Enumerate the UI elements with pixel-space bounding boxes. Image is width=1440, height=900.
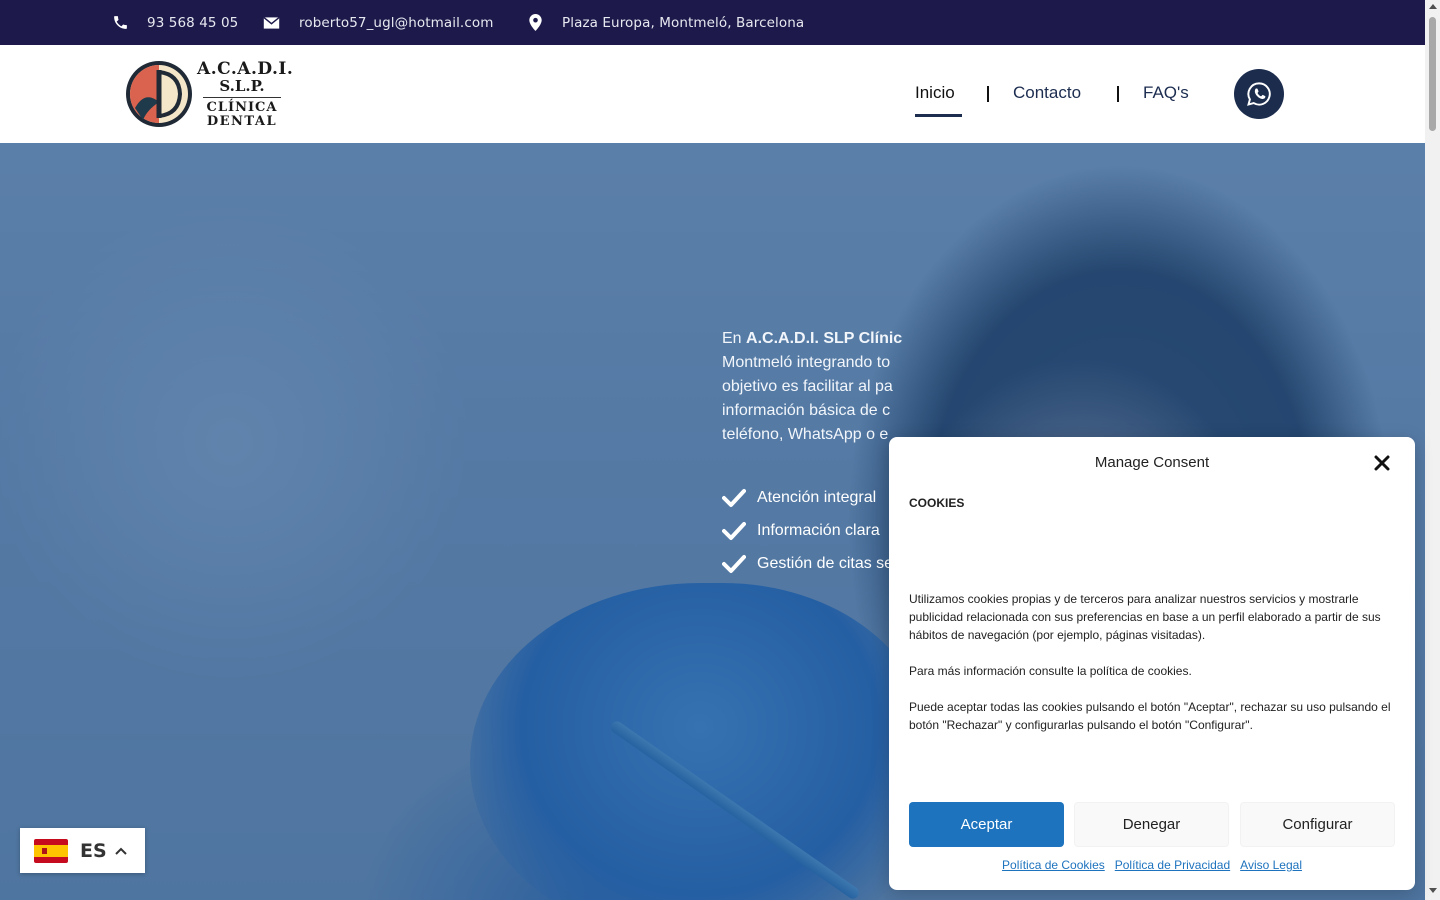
address-text: Plaza Europa, Montmeló, Barcelona xyxy=(562,14,805,31)
configure-button[interactable]: Configurar xyxy=(1240,802,1395,847)
nav-active-underline xyxy=(915,114,962,117)
consent-body: Utilizamos cookies propias y de terceros… xyxy=(909,590,1397,752)
cookie-consent-dialog: Manage Consent COOKIES Utilizamos cookie… xyxy=(889,437,1415,890)
deny-button[interactable]: Denegar xyxy=(1074,802,1229,847)
phone-contact[interactable]: 93 568 45 05 xyxy=(112,0,238,45)
nav-separator xyxy=(1117,86,1119,102)
feature-label: Atención integral xyxy=(757,488,877,506)
scroll-down-arrow-icon[interactable] xyxy=(1429,888,1437,893)
hero-para-prefix: En xyxy=(722,330,747,347)
whatsapp-button[interactable] xyxy=(1234,69,1284,119)
hero-image-glove xyxy=(470,583,930,900)
scrollbar-thumb[interactable] xyxy=(1429,17,1436,131)
site-header: A.C.A.D.I. S.L.P. CLÍNICA DENTAL Inicio … xyxy=(0,45,1425,143)
spain-flag-icon xyxy=(34,838,68,863)
logo-line-1: A.C.A.D.I. xyxy=(197,59,294,79)
privacy-policy-link[interactable]: Política de Privacidad xyxy=(1115,858,1230,872)
hero-para-line-3: objetivo es facilitar al pa xyxy=(722,378,893,395)
clinic-logo[interactable]: A.C.A.D.I. S.L.P. CLÍNICA DENTAL xyxy=(125,59,294,129)
consent-paragraph: Puede aceptar todas las cookies pulsando… xyxy=(909,700,1391,732)
top-contact-bar: 93 568 45 05 roberto57_ugl@hotmail.com P… xyxy=(0,0,1425,45)
email-contact[interactable]: roberto57_ugl@hotmail.com xyxy=(263,0,493,45)
consent-title: Manage Consent xyxy=(1094,454,1210,471)
check-icon xyxy=(722,521,746,540)
phone-number: 93 568 45 05 xyxy=(147,14,239,31)
chevron-up-icon xyxy=(114,847,127,855)
whatsapp-icon xyxy=(1247,82,1271,106)
accept-button[interactable]: Aceptar xyxy=(909,802,1064,847)
phone-icon xyxy=(114,16,127,29)
nav-contacto[interactable]: Contacto xyxy=(1013,83,1081,103)
language-code: ES xyxy=(80,839,107,862)
consent-links: Política de Cookies Política de Privacid… xyxy=(889,858,1415,872)
logo-emblem-icon xyxy=(126,61,192,127)
email-address: roberto57_ugl@hotmail.com xyxy=(299,14,494,31)
consent-paragraph: Utilizamos cookies propias y de terceros… xyxy=(909,592,1381,642)
hero-intro-paragraph: En A.C.A.D.I. SLP Clínic Montmeló integr… xyxy=(722,327,1222,447)
nav-separator xyxy=(987,86,989,102)
logo-line-2: S.L.P. xyxy=(219,77,265,95)
close-icon[interactable] xyxy=(1374,455,1390,471)
logo-wordmark: A.C.A.D.I. S.L.P. CLÍNICA DENTAL xyxy=(197,59,294,129)
logo-line-3: CLÍNICA xyxy=(206,100,278,115)
hero-image-dental-tool xyxy=(608,719,862,900)
hero-para-bold: A.C.A.D.I. SLP Clínic xyxy=(746,330,903,347)
page-scrollbar[interactable] xyxy=(1425,0,1440,900)
legal-notice-link[interactable]: Aviso Legal xyxy=(1240,858,1302,872)
scroll-up-arrow-icon[interactable] xyxy=(1429,4,1437,9)
cookie-policy-link[interactable]: Política de Cookies xyxy=(1002,858,1105,872)
consent-paragraph: Para más información consulte la polític… xyxy=(909,664,1192,678)
address-contact[interactable]: Plaza Europa, Montmeló, Barcelona xyxy=(529,0,804,45)
envelope-icon xyxy=(263,16,280,29)
nav-faqs[interactable]: FAQ's xyxy=(1143,83,1189,103)
nav-inicio[interactable]: Inicio xyxy=(915,83,955,103)
map-marker-icon xyxy=(529,14,542,31)
check-icon xyxy=(722,488,746,507)
language-switcher[interactable]: ES xyxy=(20,828,145,873)
hero-para-line-4: información básica de c xyxy=(722,402,891,419)
check-icon xyxy=(722,554,746,573)
feature-label: Gestión de citas se xyxy=(757,554,894,572)
hero-para-line-2: Montmeló integrando to xyxy=(722,354,891,371)
feature-label: Información clara xyxy=(757,521,880,539)
logo-divider xyxy=(203,97,281,98)
logo-line-4: DENTAL xyxy=(206,114,278,129)
hero-para-line-5: teléfono, WhatsApp o e xyxy=(722,426,889,443)
consent-heading: COOKIES xyxy=(909,496,965,510)
